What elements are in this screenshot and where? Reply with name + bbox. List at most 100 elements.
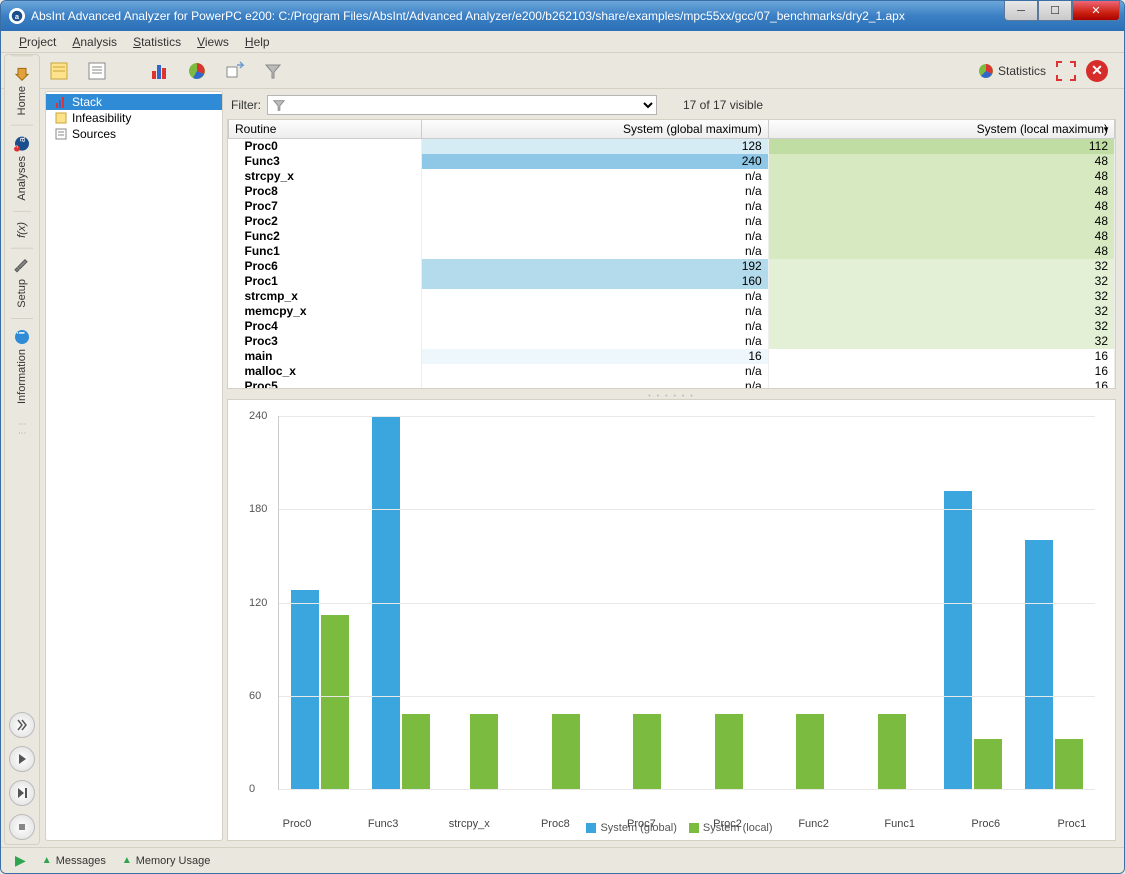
run-icon[interactable]: ▶ bbox=[15, 852, 26, 869]
svg-text:3: 3 bbox=[14, 146, 20, 149]
bar[interactable] bbox=[321, 615, 349, 789]
menu-statistics[interactable]: Statistics bbox=[127, 33, 187, 51]
toolbar-btn-1[interactable] bbox=[45, 57, 73, 85]
x-label: Func1 bbox=[857, 818, 943, 830]
x-label: Proc8 bbox=[512, 818, 598, 830]
toolbar-btn-piechart[interactable] bbox=[183, 57, 211, 85]
bar[interactable] bbox=[944, 491, 972, 789]
bar[interactable] bbox=[552, 714, 580, 789]
rail-play-step-button[interactable] bbox=[9, 780, 35, 806]
table-row[interactable]: strcpy_xn/a48 bbox=[229, 169, 1115, 184]
svg-text:a: a bbox=[17, 138, 27, 143]
bar[interactable] bbox=[470, 714, 498, 789]
memory-link[interactable]: ▲Memory Usage bbox=[122, 855, 210, 867]
messages-link[interactable]: ▲Messages bbox=[42, 855, 106, 867]
tree-item-stack[interactable]: Stack bbox=[46, 94, 222, 110]
table-row[interactable]: memcpy_xn/a32 bbox=[229, 304, 1115, 319]
col-routine[interactable]: Routine bbox=[229, 120, 422, 139]
results-table[interactable]: Routine System (global maximum) System (… bbox=[227, 119, 1116, 389]
table-row[interactable]: main1616 bbox=[229, 349, 1115, 364]
table-row[interactable]: Proc0128112 bbox=[229, 139, 1115, 155]
toolbar-btn-2[interactable] bbox=[83, 57, 111, 85]
table-row[interactable]: Proc116032 bbox=[229, 274, 1115, 289]
close-panel-button[interactable]: ✕ bbox=[1086, 60, 1108, 82]
rail-play-fast-button[interactable] bbox=[9, 712, 35, 738]
table-row[interactable]: Func324048 bbox=[229, 154, 1115, 169]
window-maximize-button[interactable]: ☐ bbox=[1038, 1, 1072, 21]
y-tick: 240 bbox=[249, 410, 267, 422]
x-label: Proc1 bbox=[1029, 818, 1115, 830]
x-label: Proc0 bbox=[254, 818, 340, 830]
table-row[interactable]: Proc4n/a32 bbox=[229, 319, 1115, 334]
table-row[interactable]: strcmp_xn/a32 bbox=[229, 289, 1115, 304]
funnel-icon bbox=[272, 98, 286, 112]
piechart-icon bbox=[978, 63, 994, 79]
menu-help[interactable]: Help bbox=[239, 33, 276, 51]
x-label: Func2 bbox=[771, 818, 857, 830]
filter-input[interactable] bbox=[267, 95, 657, 115]
visible-count: 17 of 17 visible bbox=[683, 98, 763, 112]
bar-chart[interactable]: 060120180240 bbox=[278, 416, 1095, 790]
rail-play-button[interactable] bbox=[9, 746, 35, 772]
x-label: Func3 bbox=[340, 818, 426, 830]
menu-views[interactable]: Views bbox=[191, 33, 235, 51]
table-row[interactable]: Proc3n/a32 bbox=[229, 334, 1115, 349]
toolbar-btn-filter[interactable] bbox=[259, 57, 287, 85]
bar[interactable] bbox=[878, 714, 906, 789]
filter-label: Filter: bbox=[231, 98, 261, 112]
titlebar[interactable]: a AbsInt Advanced Analyzer for PowerPC e… bbox=[1, 1, 1124, 31]
tree-item-sources[interactable]: Sources bbox=[46, 126, 222, 142]
statistics-label: Statistics bbox=[998, 64, 1046, 78]
table-row[interactable]: Proc619232 bbox=[229, 259, 1115, 274]
bar[interactable] bbox=[974, 739, 1002, 789]
menubar: Project Analysis Statistics Views Help bbox=[1, 31, 1124, 53]
bar[interactable] bbox=[633, 714, 661, 789]
rail-stop-button[interactable] bbox=[9, 814, 35, 840]
bar[interactable] bbox=[1055, 739, 1083, 789]
window-close-button[interactable]: ✕ bbox=[1072, 1, 1120, 21]
y-tick: 180 bbox=[249, 503, 267, 515]
window-minimize-button[interactable]: ─ bbox=[1004, 1, 1038, 21]
bar[interactable] bbox=[715, 714, 743, 789]
rail-tab-home[interactable]: Home bbox=[11, 55, 33, 125]
app-icon: a bbox=[9, 8, 25, 24]
toolbar: Statistics ✕ bbox=[1, 53, 1124, 89]
window-title: AbsInt Advanced Analyzer for PowerPC e20… bbox=[31, 9, 1004, 23]
svg-text:i: i bbox=[17, 331, 28, 334]
x-label: Proc7 bbox=[598, 818, 684, 830]
table-row[interactable]: Func1n/a48 bbox=[229, 244, 1115, 259]
menu-project[interactable]: Project bbox=[13, 33, 62, 51]
col-local[interactable]: System (local maximum)▼ bbox=[768, 120, 1114, 139]
results-tree[interactable]: StackInfeasibilitySources bbox=[45, 91, 223, 841]
y-tick: 120 bbox=[249, 597, 267, 609]
rail-tab-information[interactable]: Information i bbox=[11, 318, 33, 414]
table-row[interactable]: Proc8n/a48 bbox=[229, 184, 1115, 199]
y-tick: 60 bbox=[249, 690, 261, 702]
fullscreen-icon[interactable] bbox=[1056, 61, 1076, 81]
bar[interactable] bbox=[1025, 540, 1053, 789]
rail-tab-setup[interactable]: Setup bbox=[11, 248, 33, 318]
rail-fx-icon[interactable]: f(x) bbox=[13, 211, 31, 248]
toolbar-btn-export[interactable] bbox=[221, 57, 249, 85]
x-label: Proc6 bbox=[943, 818, 1029, 830]
table-row[interactable]: malloc_xn/a16 bbox=[229, 364, 1115, 379]
bar[interactable] bbox=[796, 714, 824, 789]
rail-tab-analyses[interactable]: Analyses a3 bbox=[11, 125, 33, 211]
table-row[interactable]: Proc7n/a48 bbox=[229, 199, 1115, 214]
toolbar-btn-barchart[interactable] bbox=[145, 57, 173, 85]
y-tick: 0 bbox=[249, 783, 255, 795]
side-rail: Home Analyses a3 f(x) Setup Information … bbox=[4, 54, 40, 845]
table-row[interactable]: Proc5n/a16 bbox=[229, 379, 1115, 389]
bar[interactable] bbox=[291, 590, 319, 789]
table-row[interactable]: Func2n/a48 bbox=[229, 229, 1115, 244]
x-label: strcpy_x bbox=[426, 818, 512, 830]
statusbar: ▶ ▲Messages ▲Memory Usage bbox=[1, 847, 1124, 873]
x-label: Proc2 bbox=[684, 818, 770, 830]
bar[interactable] bbox=[402, 714, 430, 789]
table-row[interactable]: Proc2n/a48 bbox=[229, 214, 1115, 229]
statistics-link[interactable]: Statistics bbox=[978, 63, 1046, 79]
tree-item-infeasibility[interactable]: Infeasibility bbox=[46, 110, 222, 126]
chart-panel: 060120180240 Proc0Func3strcpy_xProc8Proc… bbox=[227, 399, 1116, 841]
col-global[interactable]: System (global maximum) bbox=[422, 120, 768, 139]
menu-analysis[interactable]: Analysis bbox=[66, 33, 123, 51]
